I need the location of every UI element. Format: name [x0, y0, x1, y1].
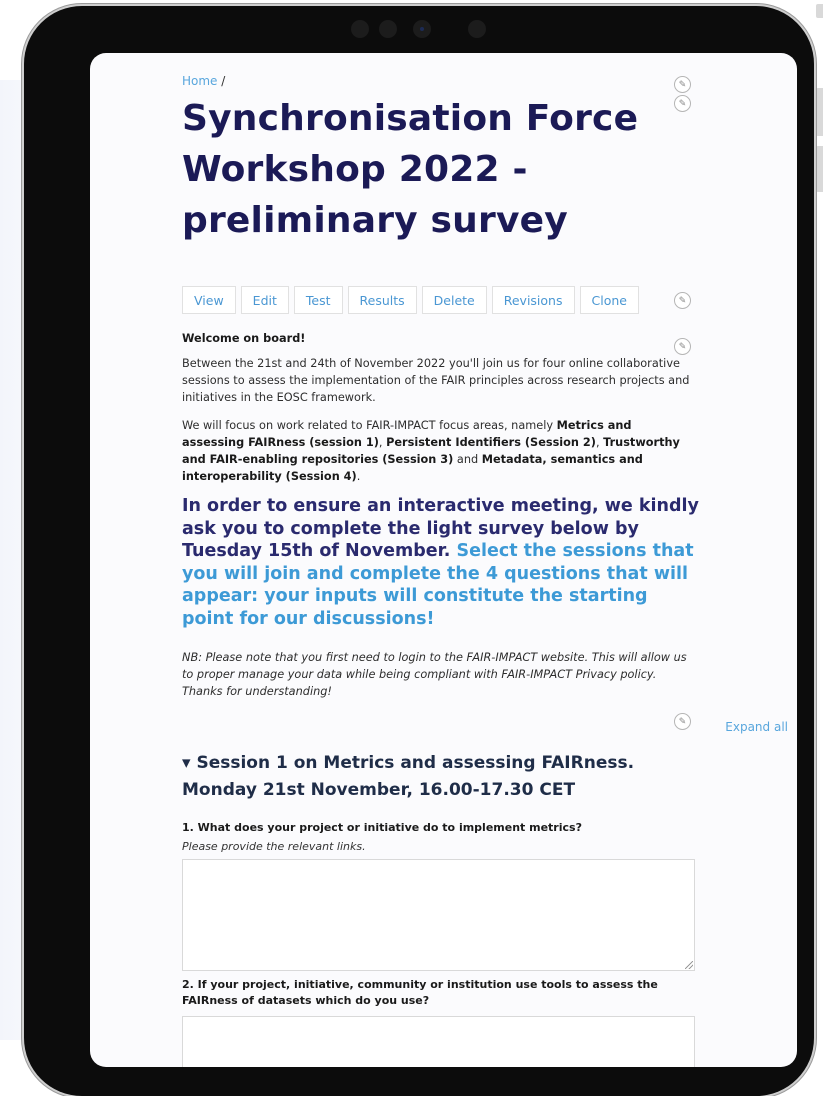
question-2-textarea[interactable] [182, 1016, 695, 1067]
intro-paragraph: Between the 21st and 24th of November 20… [182, 357, 690, 404]
breadcrumb-home-link[interactable]: Home [182, 74, 217, 88]
focus-areas-paragraph: We will focus on work related to FAIR-IM… [182, 417, 696, 485]
sensor-icon [379, 20, 397, 38]
device-top-button [816, 4, 823, 18]
page-title: Synchronisation Force Workshop 2022 - pr… [182, 98, 639, 241]
breadcrumb: Home / [182, 74, 225, 88]
tab-delete[interactable]: Delete [421, 286, 487, 314]
focus-areas-and: and [453, 453, 482, 466]
resize-handle-icon[interactable] [685, 961, 693, 969]
breadcrumb-separator: / [221, 74, 226, 88]
tab-edit[interactable]: Edit [240, 286, 289, 314]
tab-view[interactable]: View [182, 286, 236, 314]
sensor-icon [468, 20, 486, 38]
login-note: NB: Please note that you first need to l… [182, 651, 687, 698]
session-1-toggle[interactable]: ▾ Session 1 on Metrics and assessing FAI… [182, 750, 702, 804]
survey-callout: In order to ensure an interactive meetin… [182, 495, 702, 630]
tab-results[interactable]: Results [347, 286, 417, 314]
tablet-frame: Home / ✎ ✎ Synchronisation Force Worksho… [24, 6, 814, 1096]
welcome-heading: Welcome on board! [182, 332, 306, 345]
volume-up-button [816, 88, 823, 136]
question-1-textarea[interactable] [182, 859, 695, 971]
question-2-label: 2. If your project, initiative, communit… [182, 978, 658, 1007]
focus-areas-end: . [356, 470, 361, 483]
tablet-screen: Home / ✎ ✎ Synchronisation Force Worksho… [90, 53, 797, 1067]
pencil-icon[interactable]: ✎ [674, 338, 691, 355]
focus-area-pids: Persistent Identifiers (Session 2) [386, 436, 596, 449]
tab-clone[interactable]: Clone [579, 286, 639, 314]
sensor-icon [351, 20, 369, 38]
tab-test[interactable]: Test [293, 286, 343, 314]
question-1-label: 1. What does your project or initiative … [182, 821, 582, 834]
question-1-help: Please provide the relevant links. [182, 840, 366, 853]
camera-icon [413, 20, 431, 38]
volume-down-button [816, 146, 823, 192]
pencil-icon[interactable]: ✎ [674, 292, 691, 309]
tab-revisions[interactable]: Revisions [491, 286, 575, 314]
pencil-icon[interactable]: ✎ [674, 76, 691, 93]
focus-areas-prefix: We will focus on work related to FAIR-IM… [182, 419, 557, 432]
tab-bar: View Edit Test Results Delete Revisions … [182, 286, 644, 314]
pencil-icon[interactable]: ✎ [674, 713, 691, 730]
